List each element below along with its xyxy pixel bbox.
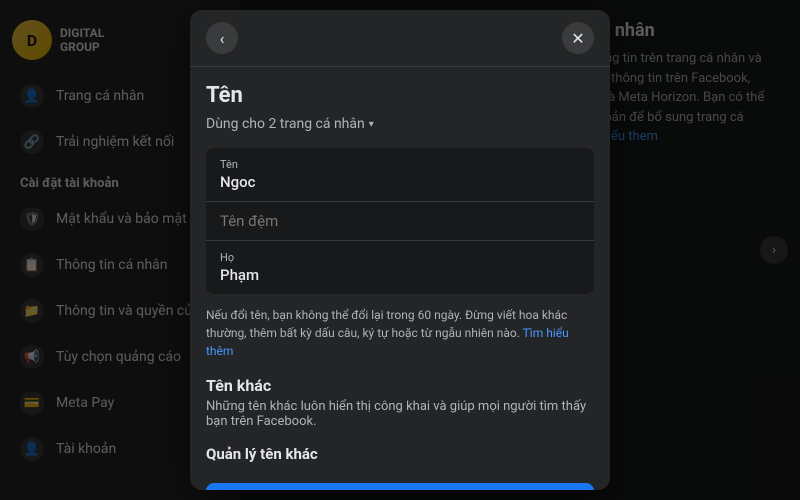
modal-overlay: ‹ ✕ Tên Dùng cho 2 trang cá nhân ▾ Tên N… <box>0 0 800 500</box>
review-changes-button[interactable]: Xem lại thay đổi <box>206 483 594 490</box>
modal-subtitle-text: Dùng cho 2 trang cá nhân <box>206 116 365 132</box>
modal: ‹ ✕ Tên Dùng cho 2 trang cá nhân ▾ Tên N… <box>190 10 610 490</box>
name-form-group: Tên Ngoc Tên đệm Họ Phạm <box>206 148 594 294</box>
first-name-value: Ngoc <box>220 173 580 191</box>
alt-name-description: Những tên khác luôn hiển thị công khai v… <box>206 399 594 429</box>
alt-name-title: Tên khác <box>206 376 594 395</box>
modal-close-button[interactable]: ✕ <box>562 22 594 54</box>
close-icon: ✕ <box>571 29 584 48</box>
name-change-note: Nếu đổi tên, bạn không thể đổi lại trong… <box>206 306 594 360</box>
middle-name-placeholder: Tên đệm <box>220 212 580 230</box>
middle-name-field[interactable]: Tên đệm <box>206 202 594 241</box>
last-name-value: Phạm <box>220 266 580 284</box>
app-layout: D DIGITALGROUP 👤 Trang cá nhân 🔗 Trải ng… <box>0 0 800 500</box>
first-name-field[interactable]: Tên Ngoc <box>206 148 594 202</box>
modal-back-button[interactable]: ‹ <box>206 22 238 54</box>
modal-subtitle[interactable]: Dùng cho 2 trang cá nhân ▾ <box>206 116 594 132</box>
modal-title: Tên <box>206 83 594 108</box>
modal-header: ‹ ✕ <box>190 10 610 67</box>
back-icon: ‹ <box>220 29 225 48</box>
chevron-down-icon: ▾ <box>369 119 374 130</box>
manage-alt-names-link[interactable]: Quản lý tên khác <box>206 441 594 467</box>
modal-body: Tên Dùng cho 2 trang cá nhân ▾ Tên Ngoc … <box>190 67 610 490</box>
first-name-label: Tên <box>220 158 580 171</box>
last-name-label: Họ <box>220 251 580 264</box>
last-name-field[interactable]: Họ Phạm <box>206 241 594 294</box>
